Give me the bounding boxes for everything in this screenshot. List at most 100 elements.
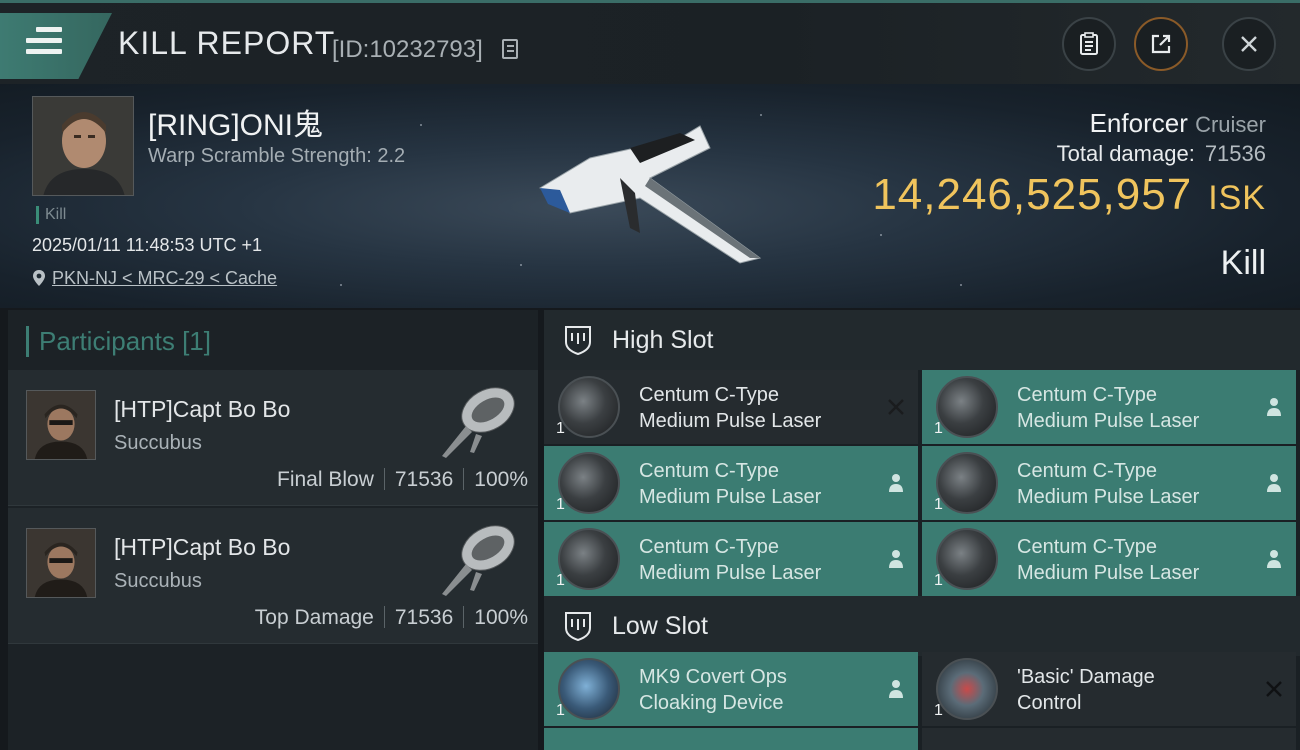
high-slot-icon (565, 326, 591, 356)
dropped-person-icon (889, 550, 903, 568)
participant-portrait (26, 528, 96, 598)
destroyed-icon (1266, 681, 1282, 697)
participant-card[interactable]: [HTP]Capt Bo Bo Succubus Top Damage 71536… (8, 508, 538, 644)
module-name-line1: Centum C-Type (639, 536, 780, 558)
module-item-partial[interactable] (922, 728, 1296, 750)
module-name-line2: Cloaking Device (639, 692, 784, 714)
isk-amount: 14,246,525,957 (872, 170, 1193, 219)
pulse-laser-icon (558, 528, 620, 590)
module-item[interactable]: 1 MK9 Covert Ops Cloaking Device (544, 652, 918, 726)
location-link[interactable]: PKN-NJ < MRC-29 < Cache (52, 268, 277, 288)
pulse-laser-icon (558, 376, 620, 438)
module-name: Centum C-Type Medium Pulse Laser (1017, 534, 1199, 586)
pulse-laser-icon (936, 528, 998, 590)
dropped-person-icon (1267, 474, 1281, 492)
participant-ship: Succubus (114, 570, 202, 592)
module-item[interactable]: 1 Centum C-Type Medium Pulse Laser (922, 522, 1296, 596)
report-id: [ID:10232793] (332, 36, 483, 63)
participants-panel: Participants [1] [HTP]Capt Bo Bo Succubu… (8, 310, 538, 750)
participant-role: Final Blow (277, 468, 374, 491)
participant-ship-image (442, 387, 515, 458)
fitting-panel: High Slot 1 Centum C-Type Medium Pulse La… (544, 310, 1300, 750)
participant-name: [HTP]Capt Bo Bo (114, 534, 291, 560)
module-name-line1: Centum C-Type (1017, 384, 1158, 406)
pulse-laser-icon (936, 452, 998, 514)
module-quantity: 1 (556, 702, 565, 719)
module-quantity: 1 (934, 420, 943, 437)
module-name: 'Basic' Damage Control (1017, 664, 1155, 716)
module-name-line2: Medium Pulse Laser (1017, 486, 1200, 508)
module-name: MK9 Covert Ops Cloaking Device (639, 664, 787, 716)
module-name-line1: Centum C-Type (1017, 460, 1158, 482)
module-name-line2: Control (1017, 692, 1082, 714)
close-icon (1241, 36, 1257, 52)
participant-name: [HTP]Capt Bo Bo (114, 396, 291, 422)
module-name-line1: MK9 Covert Ops (639, 666, 787, 688)
kill-location[interactable]: PKN-NJ < MRC-29 < Cache (32, 268, 277, 289)
participant-ship-image (442, 525, 515, 596)
participant-portrait (26, 390, 96, 460)
module-name: Centum C-Type Medium Pulse Laser (1017, 458, 1199, 510)
header-bar: KILL REPORT [ID:10232793] (0, 0, 1300, 84)
total-damage-value: 71536 (1204, 141, 1266, 166)
pulse-laser-icon (936, 376, 998, 438)
module-name-line2: Medium Pulse Laser (639, 486, 822, 508)
module-name-line2: Medium Pulse Laser (639, 562, 822, 584)
module-name-line2: Medium Pulse Laser (1017, 410, 1200, 432)
clipboard-button[interactable] (1062, 17, 1116, 71)
module-item[interactable]: 1 Centum C-Type Medium Pulse Laser (544, 522, 918, 596)
victim-pilot-name[interactable]: [RING]ONI鬼 (148, 100, 323, 144)
module-quantity: 1 (934, 572, 943, 589)
kill-tag: Kill (36, 206, 66, 224)
module-item[interactable]: 1 Centum C-Type Medium Pulse Laser (922, 446, 1296, 520)
module-item[interactable]: 1 Centum C-Type Medium Pulse Laser (922, 370, 1296, 444)
module-item-partial[interactable] (544, 728, 918, 750)
module-name: Centum C-Type Medium Pulse Laser (1017, 382, 1199, 434)
share-button[interactable] (1134, 17, 1188, 71)
total-damage: Total damage: 71536 (1057, 141, 1266, 167)
kill-datetime: 2025/01/11 11:48:53 UTC +1 (32, 235, 263, 255)
module-quantity: 1 (934, 702, 943, 719)
victim-ship[interactable]: Enforcer Cruiser (1090, 108, 1266, 139)
low-slot-header: Low Slot (544, 596, 1300, 656)
module-name-line1: Centum C-Type (1017, 536, 1158, 558)
location-pin-icon (33, 270, 45, 286)
destroyed-icon (888, 399, 904, 415)
module-item[interactable]: 1 Centum C-Type Medium Pulse Laser (544, 370, 918, 444)
dropped-person-icon (1267, 550, 1281, 568)
high-slot-label: High Slot (612, 326, 714, 354)
isk-value: 14,246,525,957 ISK (872, 170, 1266, 220)
kill-result: Kill (1220, 244, 1266, 282)
menu-button[interactable] (0, 13, 112, 79)
module-item[interactable]: 1 'Basic' Damage Control (922, 652, 1296, 726)
module-item[interactable]: 1 Centum C-Type Medium Pulse Laser (544, 446, 918, 520)
copy-icon[interactable] (502, 39, 518, 59)
victim-ship-class: Cruiser (1195, 112, 1266, 137)
victim-ship-name: Enforcer (1089, 108, 1188, 138)
victim-ship-image[interactable] (530, 118, 770, 268)
participant-percent: 100% (474, 606, 528, 629)
clipboard-icon (1080, 32, 1098, 55)
close-button[interactable] (1222, 17, 1276, 71)
module-name-line2: Medium Pulse Laser (639, 410, 822, 432)
participant-damage: 71536 (394, 468, 454, 491)
page-title: KILL REPORT (118, 25, 336, 61)
pulse-laser-icon (558, 452, 620, 514)
module-name: Centum C-Type Medium Pulse Laser (639, 534, 821, 586)
share-icon (1151, 34, 1171, 54)
module-name-line1: 'Basic' Damage (1017, 666, 1155, 688)
dropped-person-icon (889, 680, 903, 698)
participant-percent: 100% (474, 468, 528, 491)
module-name: Centum C-Type Medium Pulse Laser (639, 382, 821, 434)
warp-scramble-strength: Warp Scramble Strength: 2.2 (148, 145, 406, 167)
menu-icon (26, 27, 62, 57)
participant-card[interactable]: [HTP]Capt Bo Bo Succubus Final Blow 71536… (8, 370, 538, 506)
victim-portrait[interactable] (32, 96, 134, 196)
participants-heading: Participants [1] (26, 326, 211, 357)
module-quantity: 1 (556, 572, 565, 589)
participant-stats: Top Damage 71536 100% (255, 606, 528, 630)
victim-summary: [RING]ONI鬼 Warp Scramble Strength: 2.2 K… (0, 84, 1300, 308)
participant-role: Top Damage (254, 606, 374, 629)
module-name-line1: Centum C-Type (639, 460, 780, 482)
module-quantity: 1 (556, 496, 565, 513)
